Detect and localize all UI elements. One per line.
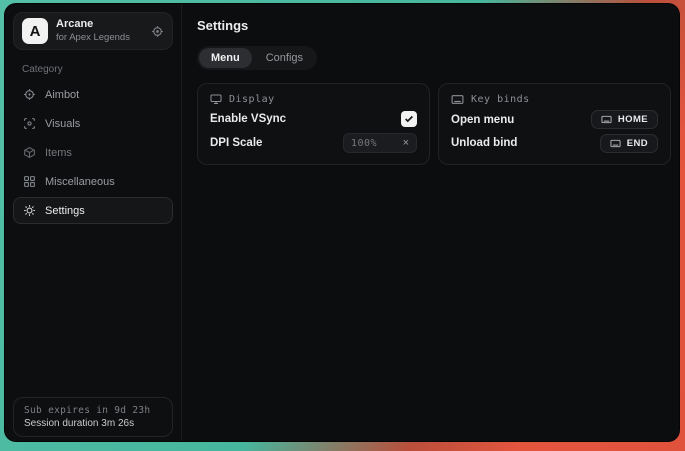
page-title: Settings xyxy=(197,18,671,33)
sidebar-item-label: Settings xyxy=(45,205,85,217)
keyboard-icon xyxy=(451,93,464,106)
dpi-scale-input[interactable]: 100% × xyxy=(343,133,417,153)
dpi-value: 100% xyxy=(351,138,377,149)
target-icon[interactable] xyxy=(151,25,164,38)
tab-configs[interactable]: Configs xyxy=(254,48,315,68)
tab-menu[interactable]: Menu xyxy=(199,48,252,68)
sidebar-item-label: Aimbot xyxy=(45,89,79,101)
keyboard-icon xyxy=(610,138,621,149)
display-card: Display Enable VSync DPI Scale 100% × xyxy=(197,83,430,165)
open-menu-row: Open menu HOME xyxy=(451,110,658,130)
open-menu-bind-value: HOME xyxy=(618,114,648,125)
keybinds-card-header: Key binds xyxy=(451,93,658,106)
sidebar-item-settings[interactable]: Settings xyxy=(13,197,173,224)
sidebar-item-items[interactable]: Items xyxy=(13,139,173,166)
settings-cards: Display Enable VSync DPI Scale 100% × xyxy=(197,83,671,165)
cube-icon xyxy=(23,146,36,159)
tab-bar: Menu Configs xyxy=(197,46,317,70)
check-icon xyxy=(404,114,414,124)
vsync-row: Enable VSync xyxy=(210,109,417,129)
sidebar-item-miscellaneous[interactable]: Miscellaneous xyxy=(13,168,173,195)
keybinds-card: Key binds Open menu HOME Unload bin xyxy=(438,83,671,165)
unload-bind-row: Unload bind END xyxy=(451,133,658,153)
scan-eye-icon xyxy=(23,117,36,130)
main-content: Settings Menu Configs Display xyxy=(182,4,680,441)
unload-bind-label: Unload bind xyxy=(451,137,517,149)
unload-bind-button[interactable]: END xyxy=(600,134,658,153)
sidebar-nav: Aimbot Visuals xyxy=(13,81,173,224)
sidebar-item-visuals[interactable]: Visuals xyxy=(13,110,173,137)
sidebar-item-label: Items xyxy=(45,147,72,159)
display-card-title: Display xyxy=(229,94,275,105)
app-window: A Arcane for Apex Legends Category xyxy=(4,3,680,442)
app-subtitle: for Apex Legends xyxy=(56,32,143,44)
app-meta: Arcane for Apex Legends xyxy=(56,18,143,44)
clear-icon[interactable]: × xyxy=(403,138,409,149)
grid-icon xyxy=(23,175,36,188)
sub-expires-text: Sub expires in 9d 23h xyxy=(24,405,162,416)
category-label: Category xyxy=(22,64,173,75)
sidebar-item-label: Visuals xyxy=(45,118,80,130)
dpi-row: DPI Scale 100% × xyxy=(210,133,417,153)
sidebar-item-aimbot[interactable]: Aimbot xyxy=(13,81,173,108)
subscription-info-box: Sub expires in 9d 23h Session duration 3… xyxy=(13,397,173,437)
sidebar: A Arcane for Apex Legends Category xyxy=(5,4,182,441)
keyboard-icon xyxy=(601,114,612,125)
vsync-label: Enable VSync xyxy=(210,113,286,125)
app-logo: A xyxy=(22,18,48,44)
open-menu-label: Open menu xyxy=(451,114,514,126)
monitor-icon xyxy=(210,93,222,105)
keybinds-card-title: Key binds xyxy=(471,94,530,105)
dpi-label: DPI Scale xyxy=(210,137,262,149)
display-card-header: Display xyxy=(210,93,417,105)
app-title: Arcane xyxy=(56,18,143,32)
vsync-checkbox[interactable] xyxy=(401,111,417,127)
unload-bind-value: END xyxy=(627,138,648,149)
session-duration-text: Session duration 3m 26s xyxy=(24,418,162,429)
open-menu-bind-button[interactable]: HOME xyxy=(591,110,658,129)
gear-icon xyxy=(23,204,36,217)
sidebar-item-label: Miscellaneous xyxy=(45,176,115,188)
crosshair-icon xyxy=(23,88,36,101)
app-header-card: A Arcane for Apex Legends xyxy=(13,12,173,50)
